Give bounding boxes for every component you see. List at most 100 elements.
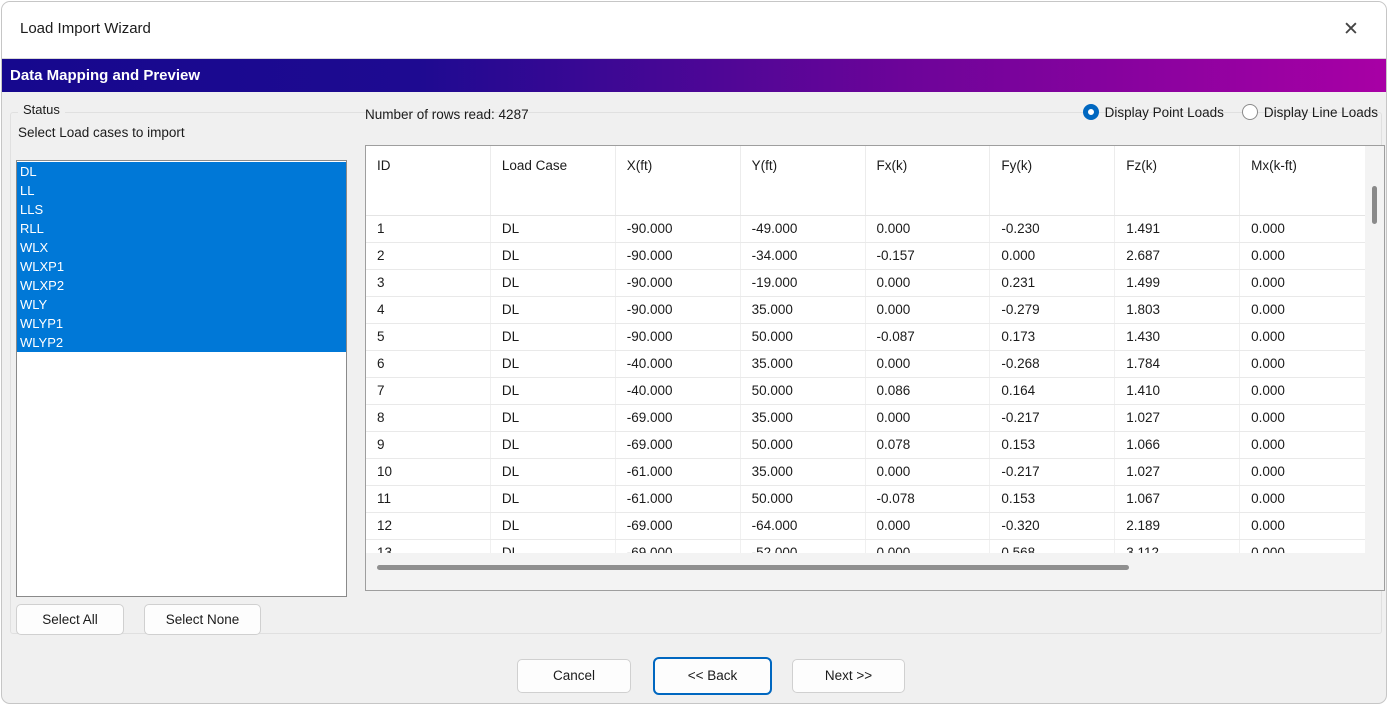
radio-icon[interactable] (1242, 104, 1258, 120)
table-row: 8DL-69.00035.0000.000-0.2171.0270.000 (366, 405, 1365, 432)
table-cell: -0.087 (866, 324, 991, 350)
table-cell: DL (491, 459, 616, 485)
vertical-scrollbar[interactable] (1365, 146, 1384, 590)
close-icon[interactable]: ✕ (1336, 15, 1366, 45)
table-cell: 0.000 (990, 243, 1115, 269)
table-cell: 0.086 (866, 378, 991, 404)
table-row: 2DL-90.000-34.000-0.1570.0002.6870.000 (366, 243, 1365, 270)
table-cell: DL (491, 324, 616, 350)
column-header: Mx(k-ft) (1240, 146, 1365, 215)
table-cell: -69.000 (616, 405, 741, 431)
radio-icon[interactable] (1083, 104, 1099, 120)
column-header: Load Case (491, 146, 616, 215)
table-cell: 0.000 (866, 405, 991, 431)
load-case-item[interactable]: WLYP1 (17, 314, 346, 333)
table-cell: 0.000 (1240, 405, 1365, 431)
table-cell: 0.000 (1240, 243, 1365, 269)
select-all-button[interactable]: Select All (16, 604, 124, 635)
table-cell: 5 (366, 324, 491, 350)
column-header: Fy(k) (990, 146, 1115, 215)
horizontal-scrollbar[interactable] (366, 553, 1365, 590)
table-cell: 0.078 (866, 432, 991, 458)
wizard-step-banner: Data Mapping and Preview (2, 58, 1386, 92)
preview-table: IDLoad CaseX(ft)Y(ft)Fx(k)Fy(k)Fz(k)Mx(k… (365, 145, 1385, 591)
table-cell: 0.000 (866, 459, 991, 485)
load-case-item[interactable]: LL (17, 181, 346, 200)
table-row: 4DL-90.00035.0000.000-0.2791.8030.000 (366, 297, 1365, 324)
table-cell: 1.784 (1115, 351, 1240, 377)
table-cell: 35.000 (741, 351, 866, 377)
table-cell: 1.430 (1115, 324, 1240, 350)
table-cell: -61.000 (616, 459, 741, 485)
load-cases-label: Select Load cases to import (18, 125, 185, 140)
table-cell: DL (491, 351, 616, 377)
table-cell: -0.268 (990, 351, 1115, 377)
load-case-item[interactable]: WLXP1 (17, 257, 346, 276)
table-cell: DL (491, 216, 616, 242)
table-cell: 0.000 (1240, 432, 1365, 458)
table-cell: 0.000 (1240, 378, 1365, 404)
table-row: 12DL-69.000-64.0000.000-0.3202.1890.000 (366, 513, 1365, 540)
load-case-item[interactable]: WLY (17, 295, 346, 314)
table-cell: 0.000 (1240, 216, 1365, 242)
load-case-item[interactable]: DL (17, 162, 346, 181)
table-cell: 2.189 (1115, 513, 1240, 539)
table-cell: 1.027 (1115, 405, 1240, 431)
radio-label: Display Line Loads (1264, 105, 1378, 120)
table-cell: DL (491, 297, 616, 323)
table-cell: -40.000 (616, 378, 741, 404)
table-row: 11DL-61.00050.000-0.0780.1531.0670.000 (366, 486, 1365, 513)
table-cell: -40.000 (616, 351, 741, 377)
table-cell: -90.000 (616, 297, 741, 323)
column-header: Fz(k) (1115, 146, 1240, 215)
load-case-item[interactable]: LLS (17, 200, 346, 219)
load-case-item[interactable]: WLX (17, 238, 346, 257)
table-cell: -64.000 (741, 513, 866, 539)
radio-option-display-line-loads[interactable]: Display Line Loads (1242, 104, 1378, 120)
status-group-label: Status (18, 102, 65, 117)
table-cell: 0.231 (990, 270, 1115, 296)
table-cell: DL (491, 405, 616, 431)
table-cell: 12 (366, 513, 491, 539)
table-cell: DL (491, 486, 616, 512)
load-case-item[interactable]: WLXP2 (17, 276, 346, 295)
table-cell: -0.279 (990, 297, 1115, 323)
display-options: Display Point Loads Display Line Loads (1083, 104, 1378, 120)
table-cell: 1.499 (1115, 270, 1240, 296)
next-button[interactable]: Next >> (792, 659, 905, 693)
table-body: 1DL-90.000-49.0000.000-0.2301.4910.0002D… (366, 216, 1365, 567)
table-cell: 0.000 (1240, 270, 1365, 296)
radio-option-display-point-loads[interactable]: Display Point Loads (1083, 104, 1224, 120)
table-cell: 0.000 (1240, 513, 1365, 539)
column-header: ID (366, 146, 491, 215)
column-header: Y(ft) (741, 146, 866, 215)
table-cell: 50.000 (741, 324, 866, 350)
table-cell: -69.000 (616, 513, 741, 539)
table-row: 6DL-40.00035.0000.000-0.2681.7840.000 (366, 351, 1365, 378)
column-header: Fx(k) (866, 146, 991, 215)
table-cell: -69.000 (616, 432, 741, 458)
back-button[interactable]: << Back (653, 657, 772, 695)
table-cell: -90.000 (616, 243, 741, 269)
cancel-button[interactable]: Cancel (517, 659, 631, 693)
load-case-item[interactable]: WLYP2 (17, 333, 346, 352)
load-case-item[interactable]: RLL (17, 219, 346, 238)
table-cell: -0.217 (990, 405, 1115, 431)
table-cell: DL (491, 378, 616, 404)
horizontal-scrollbar-thumb[interactable] (377, 565, 1129, 570)
table-cell: 0.173 (990, 324, 1115, 350)
load-import-wizard-dialog: Load Import Wizard ✕ Data Mapping and Pr… (1, 1, 1387, 704)
vertical-scrollbar-thumb[interactable] (1372, 186, 1377, 224)
table-cell: 1.803 (1115, 297, 1240, 323)
title-bar[interactable]: Load Import Wizard ✕ (2, 2, 1386, 58)
table-cell: 50.000 (741, 378, 866, 404)
table-cell: -0.320 (990, 513, 1115, 539)
table-cell: 2 (366, 243, 491, 269)
table-cell: -61.000 (616, 486, 741, 512)
table-cell: 0.000 (1240, 297, 1365, 323)
table-row: 9DL-69.00050.0000.0780.1531.0660.000 (366, 432, 1365, 459)
table-cell: -0.078 (866, 486, 991, 512)
select-none-button[interactable]: Select None (144, 604, 261, 635)
table-cell: 0.000 (866, 513, 991, 539)
load-cases-listbox[interactable]: DLLLLLSRLLWLXWLXP1WLXP2WLYWLYP1WLYP2 (16, 160, 347, 597)
